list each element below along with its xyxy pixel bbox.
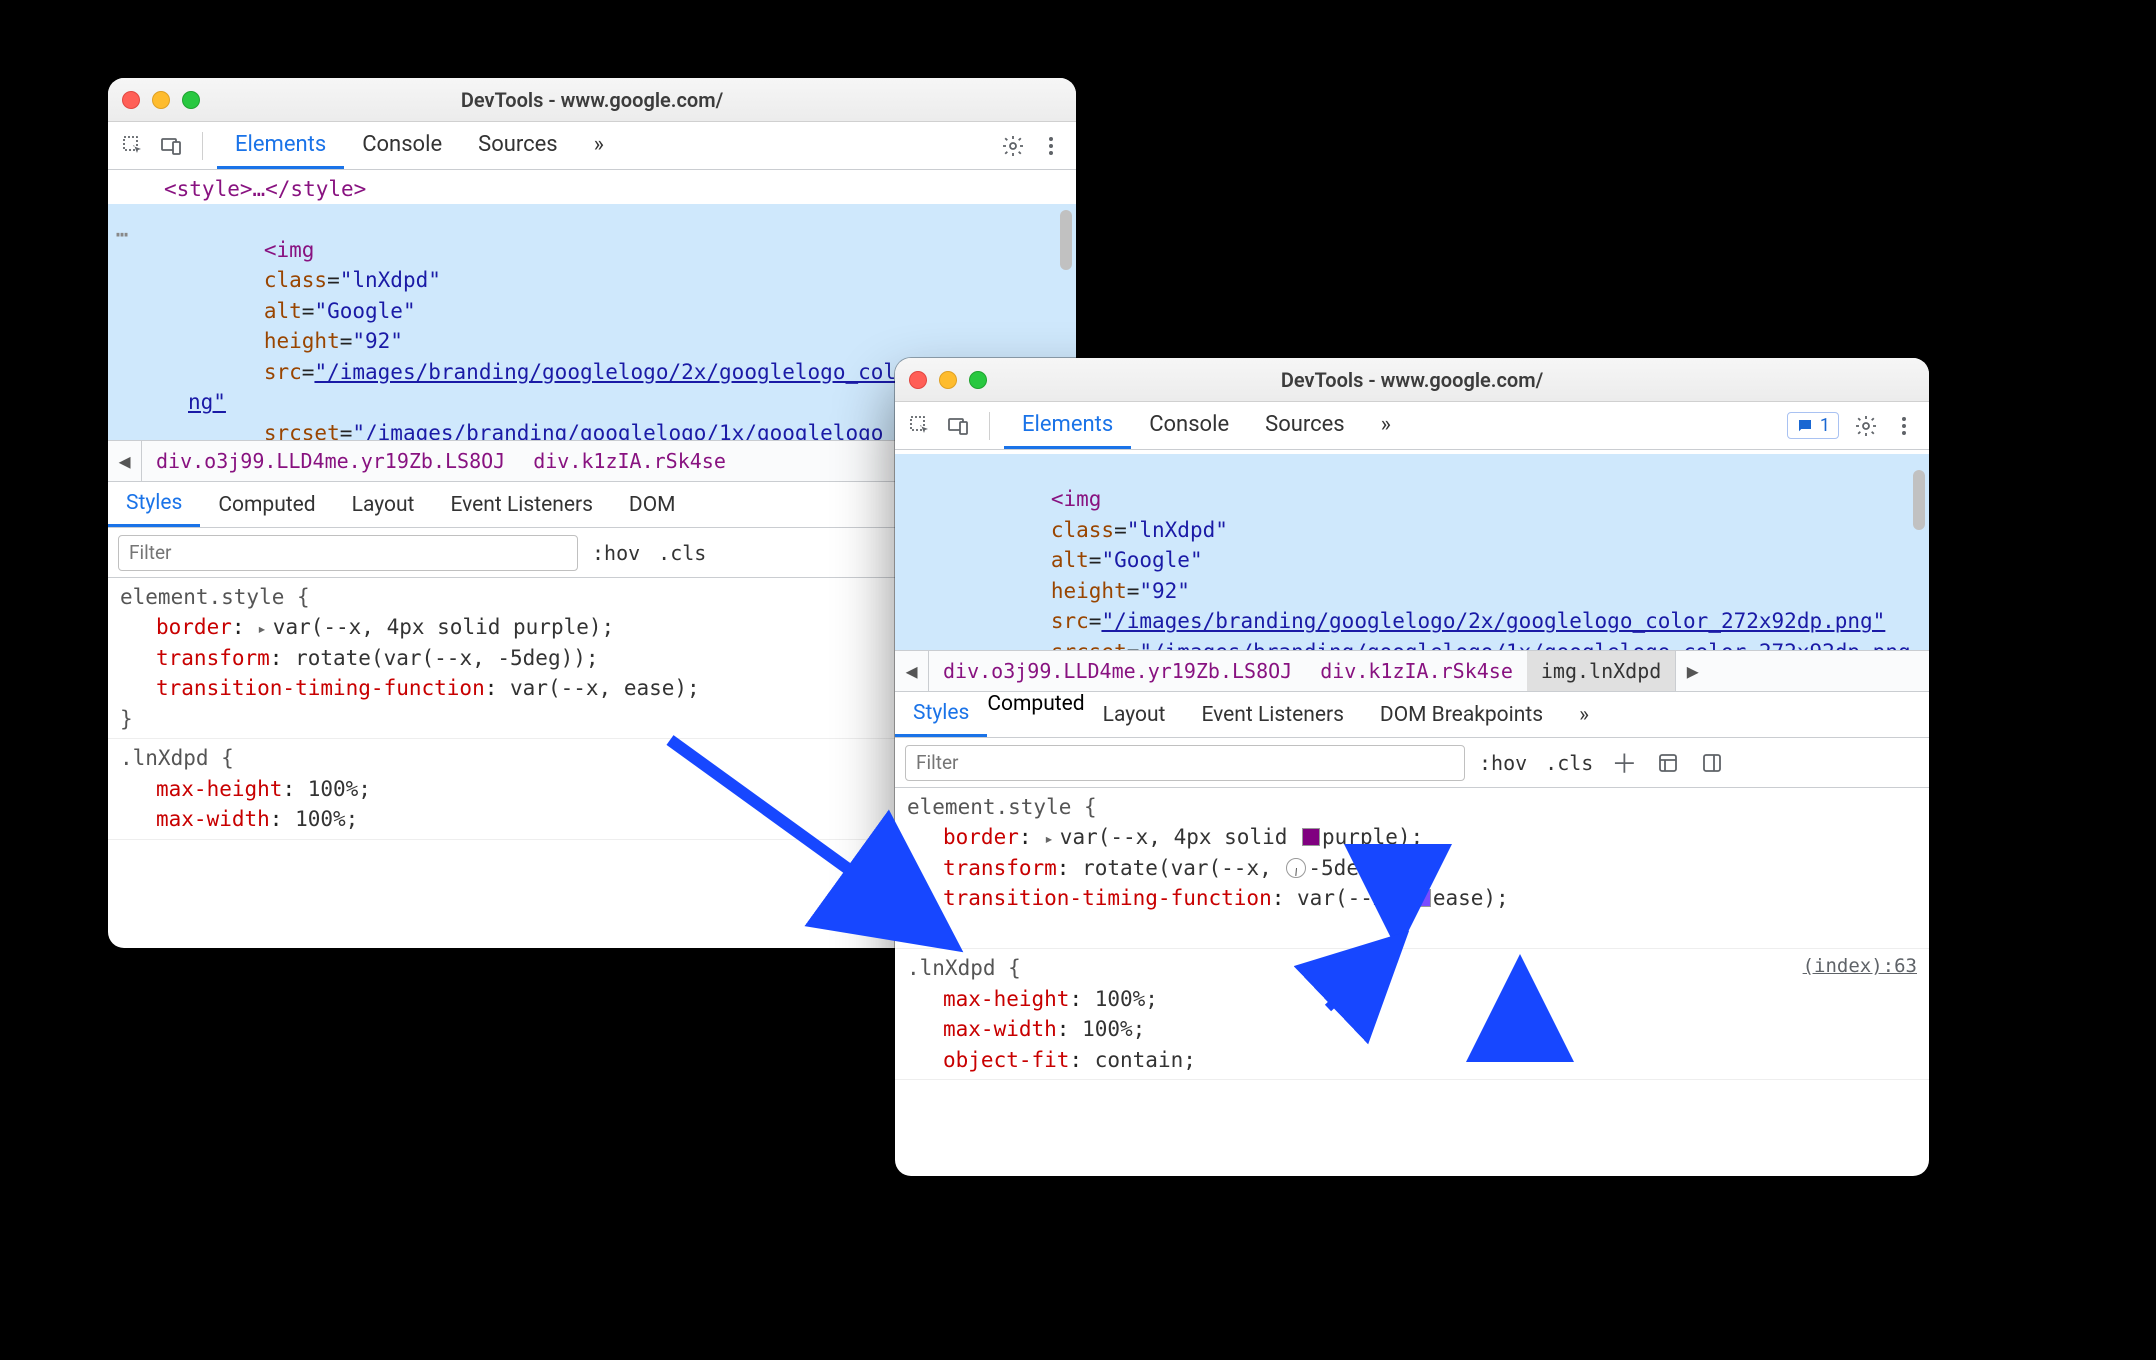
issues-badge[interactable]: 1 <box>1787 412 1839 439</box>
tab-dom-breakpoints[interactable]: DOM <box>611 482 694 527</box>
styles-pane[interactable]: element.style { border: var(--x, 4px sol… <box>895 788 1929 1176</box>
tab-layout[interactable]: Layout <box>1085 692 1184 737</box>
bezier-swatch-icon[interactable] <box>1413 889 1431 907</box>
close-icon[interactable] <box>122 91 140 109</box>
inspect-icon[interactable] <box>116 129 150 163</box>
filter-input[interactable] <box>118 535 578 571</box>
breadcrumb-item[interactable]: div.o3j99.LLD4me.yr19Zb.LS8OJ <box>929 651 1306 691</box>
tree-img-row[interactable]: <img class="lnXdpd" alt="Google" height=… <box>895 454 1929 650</box>
minimize-icon[interactable] <box>939 371 957 389</box>
gear-icon[interactable] <box>1849 409 1883 443</box>
tab-event-listeners[interactable]: Event Listeners <box>1183 692 1361 737</box>
panel-tabs: Elements Console Sources » <box>1004 402 1409 449</box>
computed-styles-icon[interactable] <box>1651 746 1685 780</box>
cls-toggle[interactable]: .cls <box>654 541 710 565</box>
tab-layout[interactable]: Layout <box>334 482 433 527</box>
breadcrumb-item[interactable]: div.k1zIA.rSk4se <box>1306 651 1527 691</box>
cls-toggle[interactable]: .cls <box>1541 751 1597 775</box>
tab-dom-breakpoints[interactable]: DOM Breakpoints <box>1362 692 1561 737</box>
minimize-icon[interactable] <box>152 91 170 109</box>
titlebar: DevTools - www.google.com/ <box>108 78 1076 122</box>
window-title: DevTools - www.google.com/ <box>895 368 1929 392</box>
breadcrumb-item-active[interactable]: img.lnXdpd <box>1527 651 1675 691</box>
traffic-lights <box>122 91 200 109</box>
tree-style-row: <style>…</style> <box>164 177 366 201</box>
styles-toolbar: :hov .cls ＋ <box>895 738 1929 788</box>
hov-toggle[interactable]: :hov <box>588 541 644 565</box>
tabs-overflow[interactable]: » <box>576 122 622 169</box>
panel-tabs: Elements Console Sources » <box>217 122 622 169</box>
device-toggle-icon[interactable] <box>154 129 188 163</box>
filter-input[interactable] <box>905 745 1465 781</box>
main-toolbar: Elements Console Sources » 1 <box>895 402 1929 450</box>
kebab-icon[interactable] <box>1887 409 1921 443</box>
new-style-rule-icon[interactable]: ＋ <box>1607 746 1641 780</box>
issues-count: 1 <box>1820 415 1830 436</box>
toggle-sidebar-icon[interactable] <box>1695 746 1729 780</box>
main-toolbar: Elements Console Sources » <box>108 122 1076 170</box>
breadcrumb-item[interactable]: div.k1zIA.rSk4se <box>519 441 740 481</box>
breadcrumb: ◀ div.o3j99.LLD4me.yr19Zb.LS8OJ div.k1zI… <box>895 650 1929 692</box>
hov-toggle[interactable]: :hov <box>1475 751 1531 775</box>
close-icon[interactable] <box>909 371 927 389</box>
breadcrumb-left-icon[interactable]: ◀ <box>895 651 929 691</box>
tabs-overflow[interactable]: » <box>1363 402 1409 449</box>
scrollbar-thumb[interactable] <box>1913 470 1925 530</box>
scrollbar-thumb[interactable] <box>1060 210 1072 270</box>
gear-icon[interactable] <box>996 129 1030 163</box>
styles-tabs: Styles Computed Layout Event Listeners D… <box>895 692 1929 738</box>
tab-styles[interactable]: Styles <box>108 482 200 527</box>
sidebar-tabs-overflow[interactable]: » <box>1561 692 1607 737</box>
tab-elements[interactable]: Elements <box>217 122 344 169</box>
source-link[interactable]: (index):63 <box>1803 953 1917 981</box>
tab-styles[interactable]: Styles <box>895 692 987 737</box>
tab-elements[interactable]: Elements <box>1004 402 1131 449</box>
tab-sources[interactable]: Sources <box>460 122 576 169</box>
tab-sources[interactable]: Sources <box>1247 402 1363 449</box>
rule-element-style[interactable]: element.style { border: var(--x, 4px sol… <box>895 788 1929 949</box>
window-title: DevTools - www.google.com/ <box>108 88 1076 112</box>
devtools-window-right: DevTools - www.google.com/ Elements Cons… <box>895 358 1929 1176</box>
inspect-icon[interactable] <box>903 409 937 443</box>
tab-event-listeners[interactable]: Event Listeners <box>432 482 610 527</box>
zoom-icon[interactable] <box>969 371 987 389</box>
tab-computed[interactable]: Computed <box>200 482 333 527</box>
breadcrumb-item[interactable]: div.o3j99.LLD4me.yr19Zb.LS8OJ <box>142 441 519 481</box>
breadcrumb-left-icon[interactable]: ◀ <box>108 441 142 481</box>
kebab-icon[interactable] <box>1034 129 1068 163</box>
device-toggle-icon[interactable] <box>941 409 975 443</box>
elements-tree[interactable]: <img class="lnXdpd" alt="Google" height=… <box>895 450 1929 650</box>
angle-swatch-icon[interactable] <box>1286 858 1306 878</box>
overflow-ellipsis-icon: ⋯ <box>116 220 128 249</box>
traffic-lights <box>909 371 987 389</box>
rule-lnxdpd[interactable]: (index):63 .lnXdpd { max-height: 100%; m… <box>895 949 1929 1080</box>
color-swatch-icon[interactable] <box>1302 828 1320 846</box>
tab-console[interactable]: Console <box>344 122 460 169</box>
zoom-icon[interactable] <box>182 91 200 109</box>
tab-console[interactable]: Console <box>1131 402 1247 449</box>
breadcrumb-right-icon[interactable]: ▶ <box>1675 651 1709 691</box>
titlebar: DevTools - www.google.com/ <box>895 358 1929 402</box>
tab-computed[interactable]: Computed <box>987 692 1084 737</box>
